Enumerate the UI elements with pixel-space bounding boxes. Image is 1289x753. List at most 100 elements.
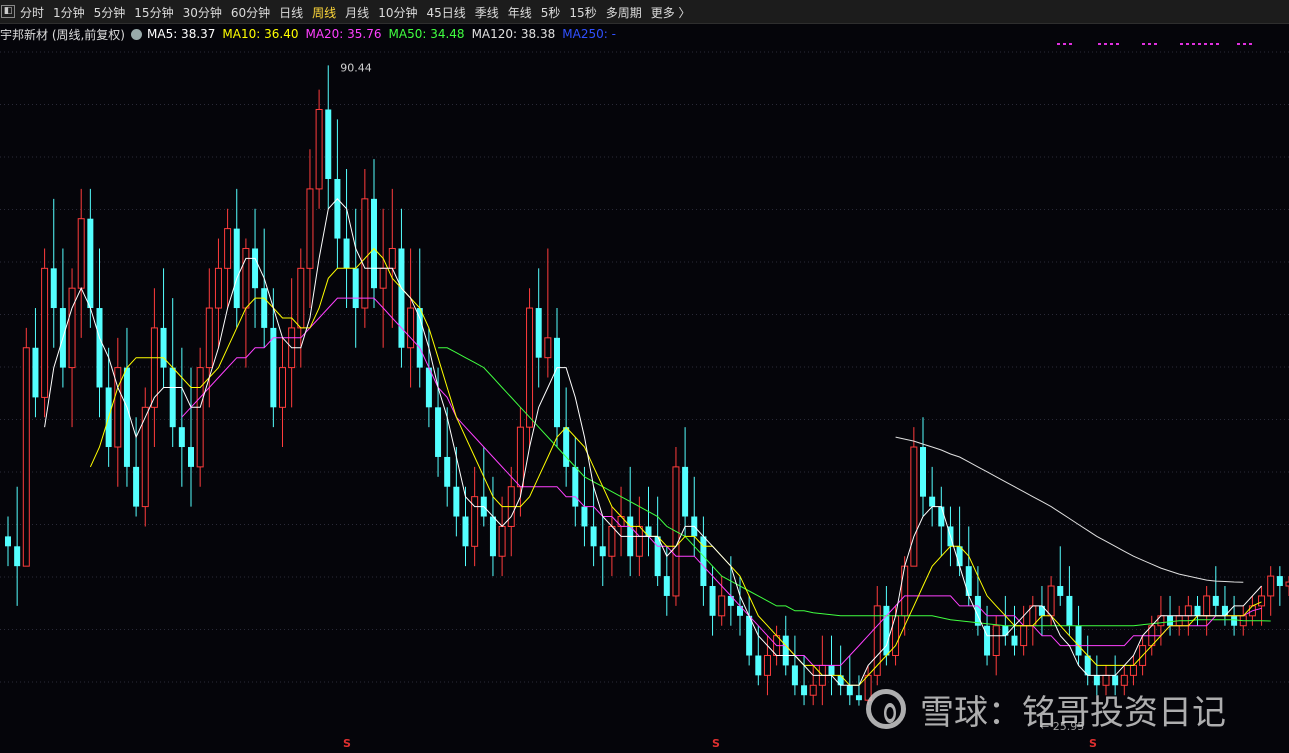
candle-body bbox=[297, 267, 305, 329]
candle bbox=[334, 119, 341, 269]
period-tab[interactable]: 15秒 bbox=[569, 4, 596, 21]
candle-body bbox=[809, 684, 817, 696]
candle-body bbox=[1231, 615, 1238, 626]
period-tab[interactable]: 10分钟 bbox=[378, 4, 417, 21]
candle bbox=[873, 586, 881, 686]
candle-body bbox=[315, 108, 323, 190]
period-tab[interactable]: 年线 bbox=[508, 4, 532, 21]
candle-body bbox=[188, 447, 194, 467]
candle-body bbox=[746, 615, 753, 656]
period-tab[interactable]: 45日线 bbox=[426, 4, 465, 21]
candle bbox=[1057, 546, 1064, 606]
candle bbox=[41, 248, 49, 418]
settings-icon[interactable] bbox=[131, 28, 142, 40]
ma5-value: MA5: 38.37 bbox=[147, 27, 216, 41]
candle bbox=[169, 298, 176, 448]
candle-body bbox=[572, 466, 579, 507]
candle bbox=[1129, 655, 1137, 686]
period-tab[interactable]: 周线 bbox=[312, 4, 336, 21]
candle bbox=[645, 486, 652, 557]
candle-body bbox=[435, 407, 442, 457]
period-tab[interactable]: 5分钟 bbox=[94, 4, 126, 21]
candle-body bbox=[544, 337, 552, 359]
candle-body bbox=[444, 456, 451, 487]
candle-body bbox=[846, 685, 853, 696]
signal-marker-s: S bbox=[712, 737, 720, 750]
candle-body bbox=[755, 655, 762, 676]
period-tab[interactable]: 更多 〉 bbox=[651, 4, 691, 21]
period-tab[interactable]: 5秒 bbox=[541, 4, 561, 21]
indicator-legend: 宇邦新材 (周线,前复权) MA5: 38.37 MA10: 36.40 MA2… bbox=[0, 25, 623, 43]
candle-body bbox=[398, 248, 405, 348]
candle bbox=[1258, 586, 1266, 626]
candle-body bbox=[763, 655, 771, 676]
candle-body bbox=[663, 576, 670, 596]
period-tab[interactable]: 30分钟 bbox=[183, 4, 222, 21]
candle bbox=[599, 516, 606, 587]
ma10-value: MA10: 36.40 bbox=[222, 27, 299, 41]
candle-body bbox=[279, 367, 286, 408]
candle-body bbox=[1276, 576, 1283, 587]
candle bbox=[306, 149, 314, 309]
candle-body bbox=[737, 605, 743, 616]
candle-body bbox=[581, 506, 588, 527]
candle-body bbox=[1212, 595, 1219, 606]
candle bbox=[590, 486, 597, 567]
signal-dot bbox=[1063, 43, 1066, 45]
period-tab[interactable]: 60分钟 bbox=[231, 4, 270, 21]
candle bbox=[1075, 605, 1082, 666]
candle-body bbox=[462, 516, 469, 547]
ma20-value: MA20: 35.76 bbox=[305, 27, 382, 41]
candlestick-chart[interactable]: 90.44← 25.95 bbox=[0, 25, 1289, 753]
candle bbox=[352, 208, 359, 348]
candle bbox=[288, 278, 296, 408]
stock-name-label: 宇邦新材 (周线,前复权) bbox=[0, 27, 125, 42]
candle-body bbox=[855, 695, 862, 701]
period-tab[interactable]: 多周期 bbox=[606, 4, 642, 21]
candle-body bbox=[1203, 595, 1211, 617]
candle bbox=[425, 327, 432, 428]
candle-body bbox=[343, 238, 350, 269]
candle bbox=[910, 427, 918, 567]
signal-dot bbox=[1104, 43, 1107, 45]
candle bbox=[325, 65, 332, 209]
candle bbox=[1212, 566, 1219, 616]
xueqiu-logo-icon bbox=[866, 689, 906, 729]
candle-body bbox=[1258, 595, 1266, 607]
candle-body bbox=[920, 447, 926, 497]
signal-marker-s: S bbox=[343, 737, 351, 750]
signal-dot bbox=[1069, 43, 1072, 45]
period-tab[interactable]: 季线 bbox=[475, 4, 499, 21]
candle bbox=[141, 387, 149, 527]
period-tab[interactable]: 1分钟 bbox=[53, 4, 85, 21]
candle bbox=[1084, 635, 1091, 686]
signal-dot bbox=[1098, 43, 1101, 45]
candle-body bbox=[635, 525, 643, 557]
candle bbox=[361, 169, 369, 328]
period-tab[interactable]: 分时 bbox=[20, 4, 44, 21]
candle-body bbox=[160, 327, 167, 368]
period-tab[interactable]: 日线 bbox=[279, 4, 303, 21]
candle-body bbox=[1267, 575, 1275, 597]
candle bbox=[627, 466, 634, 577]
candle bbox=[938, 486, 945, 557]
panel-toggle-icon[interactable]: ◧ bbox=[1, 5, 15, 18]
candle bbox=[846, 655, 853, 706]
candle-body bbox=[801, 685, 808, 696]
candle-body bbox=[425, 367, 432, 408]
candle bbox=[379, 208, 387, 348]
candle bbox=[700, 516, 707, 606]
candle bbox=[32, 308, 39, 418]
candle bbox=[233, 188, 240, 328]
candle-body bbox=[205, 307, 213, 369]
candle bbox=[261, 228, 268, 348]
candle-body bbox=[325, 109, 332, 179]
candle-body bbox=[828, 665, 835, 676]
candle-body bbox=[992, 625, 1000, 657]
candle-body bbox=[516, 426, 524, 488]
period-tab[interactable]: 月线 bbox=[345, 4, 369, 21]
candle bbox=[682, 427, 689, 537]
period-tab[interactable]: 15分钟 bbox=[134, 4, 173, 21]
signal-dot bbox=[1210, 43, 1213, 45]
signal-dot bbox=[1192, 43, 1195, 45]
